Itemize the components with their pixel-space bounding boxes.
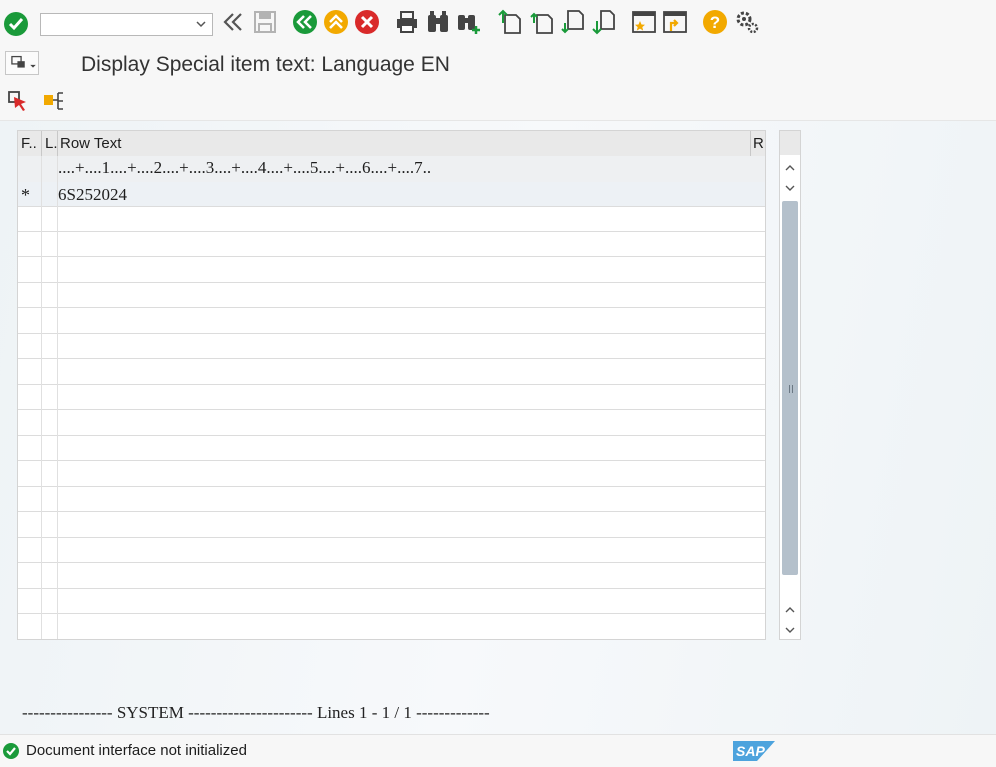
- svg-text:?: ?: [710, 13, 720, 32]
- table-row[interactable]: [18, 538, 765, 563]
- title-bar: Display Special item text: Language EN: [0, 46, 996, 84]
- page-title: Display Special item text: Language EN: [81, 53, 450, 76]
- generate-shortcut-icon[interactable]: [662, 9, 688, 35]
- table-row[interactable]: [18, 385, 765, 410]
- table-row[interactable]: [18, 462, 765, 487]
- table-row[interactable]: [18, 309, 765, 334]
- find-icon[interactable]: [425, 9, 451, 35]
- enter-check-icon[interactable]: [3, 11, 29, 37]
- table-row[interactable]: [18, 232, 765, 257]
- row-text-value[interactable]: 6S252024: [58, 185, 127, 205]
- table-row[interactable]: [18, 360, 765, 385]
- column-header-row-text[interactable]: Row Text: [60, 135, 121, 152]
- select-pointer-icon[interactable]: [6, 89, 32, 115]
- scroll-up-icon[interactable]: [783, 161, 797, 175]
- menu-button[interactable]: [5, 51, 39, 75]
- cancel-icon[interactable]: [354, 9, 380, 35]
- status-message[interactable]: Document interface not initialized: [26, 742, 247, 759]
- application-toolbar: [0, 83, 996, 121]
- content-area: F.. L. Row Text R ....+....1....+....2..…: [0, 121, 996, 734]
- command-field[interactable]: [40, 13, 213, 36]
- column-header-line[interactable]: L.: [45, 135, 58, 152]
- status-bar: Document interface not initialized SAP: [0, 734, 996, 767]
- table-row[interactable]: [18, 513, 765, 538]
- row-marker: *: [21, 185, 30, 205]
- scroll-page-up-icon[interactable]: [783, 603, 797, 617]
- table-row[interactable]: [18, 564, 765, 589]
- chevron-down-icon[interactable]: [194, 17, 208, 31]
- menu-icon: [11, 55, 36, 68]
- column-header-r[interactable]: R: [753, 135, 764, 152]
- table-row[interactable]: [18, 589, 765, 614]
- scroll-page-down-icon[interactable]: [783, 623, 797, 637]
- table-row[interactable]: [18, 258, 765, 283]
- print-icon[interactable]: [394, 9, 420, 35]
- table-row[interactable]: [18, 411, 765, 436]
- create-session-icon[interactable]: [631, 9, 657, 35]
- column-header-format[interactable]: F..: [21, 135, 37, 152]
- table-row[interactable]: [18, 487, 765, 512]
- next-page-icon[interactable]: [560, 9, 586, 35]
- table-row[interactable]: [18, 283, 765, 308]
- text-editor-grid: F.. L. Row Text R ....+....1....+....2..…: [17, 130, 766, 640]
- vertical-scrollbar[interactable]: [779, 130, 801, 640]
- find-next-icon[interactable]: [456, 9, 482, 35]
- column-ruler: ....+....1....+....2....+....3....+....4…: [18, 156, 765, 183]
- exit-up-icon[interactable]: [323, 9, 349, 35]
- sap-logo: SAP: [733, 741, 775, 761]
- help-icon[interactable]: ?: [702, 9, 728, 35]
- scrollbar-thumb[interactable]: [782, 201, 798, 575]
- customize-layout-icon[interactable]: [734, 9, 760, 35]
- back-double-chevron-icon[interactable]: [220, 9, 246, 35]
- ruler-text: ....+....1....+....2....+....3....+....4…: [58, 158, 432, 177]
- table-row[interactable]: [18, 207, 765, 232]
- grid-header: F.. L. Row Text R: [18, 131, 765, 157]
- system-lines-footer: ---------------- SYSTEM ----------------…: [22, 703, 490, 722]
- back-green-icon[interactable]: [292, 9, 318, 35]
- svg-text:SAP: SAP: [736, 743, 765, 759]
- table-row[interactable]: [18, 436, 765, 461]
- save-icon[interactable]: [252, 9, 278, 35]
- success-check-icon: [2, 742, 20, 760]
- last-page-icon[interactable]: [591, 9, 617, 35]
- scroll-down-icon[interactable]: [783, 181, 797, 195]
- table-row[interactable]: [18, 615, 765, 639]
- system-toolbar: ?: [0, 0, 996, 47]
- hierarchy-icon[interactable]: [42, 89, 68, 115]
- first-page-icon[interactable]: [497, 9, 523, 35]
- table-row[interactable]: [18, 334, 765, 359]
- previous-page-icon[interactable]: [529, 9, 555, 35]
- table-row[interactable]: * 6S252024: [18, 182, 765, 207]
